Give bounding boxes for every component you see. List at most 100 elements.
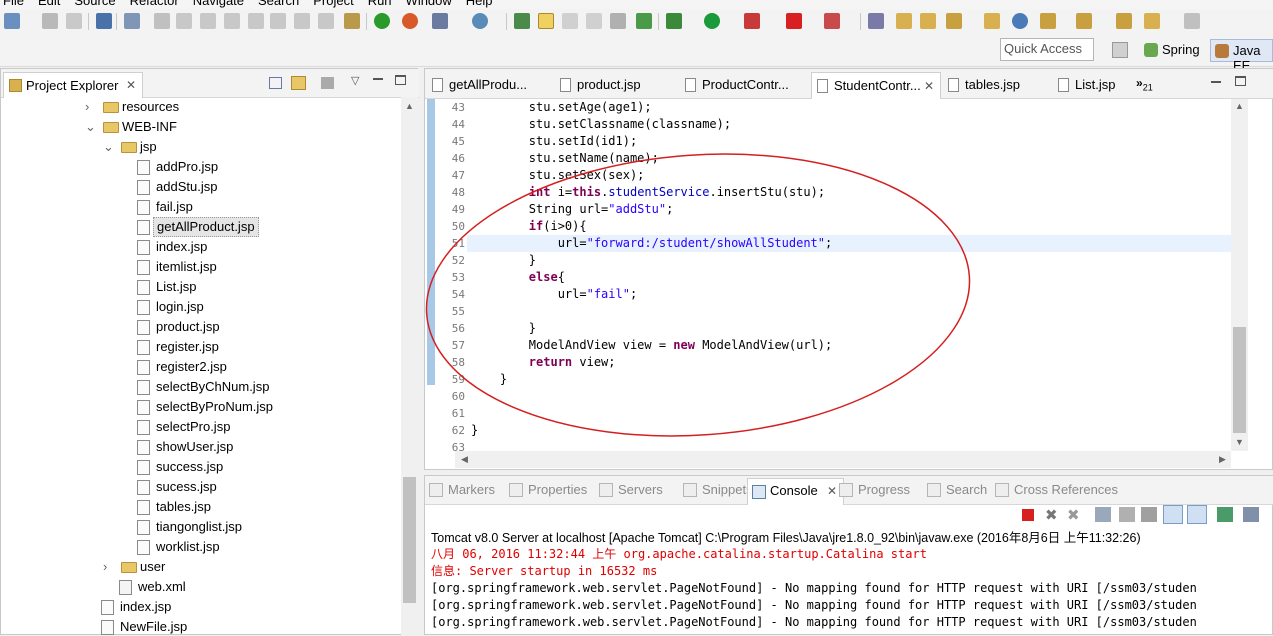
tree-item[interactable]: › user <box>1 557 401 577</box>
menu-item-run[interactable]: Run <box>368 0 392 8</box>
terminate-icon[interactable] <box>1022 509 1034 521</box>
terminal-icon[interactable] <box>96 13 112 29</box>
open-perspective-icon[interactable] <box>1112 42 1128 58</box>
expand-icon[interactable]: › <box>103 560 113 573</box>
menu-item-window[interactable]: Window <box>406 0 452 8</box>
tree-item[interactable]: addStu.jsp <box>1 177 401 197</box>
filter-icon[interactable] <box>321 77 334 89</box>
display-console-icon[interactable] <box>1243 507 1259 522</box>
next-annotation-icon[interactable] <box>1040 13 1056 29</box>
tree-item[interactable]: List.jsp <box>1 277 401 297</box>
resume-icon[interactable] <box>154 13 170 29</box>
collapse-icon[interactable]: ⌄ <box>85 120 96 133</box>
minimize-icon[interactable] <box>373 78 383 80</box>
back-icon[interactable] <box>1144 13 1160 29</box>
perspective-spring[interactable]: Spring <box>1140 39 1204 62</box>
clear-console-icon[interactable] <box>1095 507 1111 522</box>
menu-item-refactor[interactable]: Refactor <box>130 0 179 8</box>
quick-access-input[interactable]: Quick Access <box>1000 38 1094 61</box>
pin-console-icon[interactable] <box>1217 507 1233 522</box>
show-on-output-icon[interactable] <box>1163 505 1183 524</box>
disconnect-icon[interactable] <box>224 13 240 29</box>
word-wrap-icon[interactable] <box>1141 507 1157 522</box>
remove-all-icon[interactable]: ✖ <box>1067 506 1080 524</box>
use-step-filters-icon[interactable] <box>344 13 360 29</box>
save-icon[interactable] <box>42 13 58 29</box>
scroll-up-icon[interactable]: ▲ <box>405 101 414 111</box>
new-icon[interactable] <box>4 13 20 29</box>
show-on-error-icon[interactable] <box>1187 505 1207 524</box>
save-all-icon[interactable] <box>66 13 82 29</box>
tree-item[interactable]: login.jsp <box>1 297 401 317</box>
search-icon[interactable] <box>514 13 530 29</box>
menu-item-edit[interactable]: Edit <box>38 0 60 8</box>
debug-icon[interactable] <box>666 13 682 29</box>
collapse-all-icon[interactable] <box>269 77 282 89</box>
console-output[interactable]: 八月 06, 2016 11:32:44 上午 org.apache.catal… <box>425 544 1273 636</box>
close-icon[interactable]: ✕ <box>126 78 136 92</box>
tree-item[interactable]: ⌄ jsp <box>1 137 401 157</box>
open-type-icon[interactable] <box>868 13 884 29</box>
tab-search[interactable]: Search <box>927 482 987 497</box>
tree-item[interactable]: NewFile.jsp <box>1 617 401 635</box>
tab-cross-references[interactable]: Cross References <box>995 482 1118 497</box>
mark-occurrences-icon[interactable] <box>538 13 554 29</box>
show-whitespace-icon[interactable] <box>586 13 602 29</box>
menu-item-file[interactable]: File <box>3 0 24 8</box>
collapse-icon[interactable]: ⌄ <box>103 140 114 153</box>
tree-item[interactable]: register.jsp <box>1 337 401 357</box>
terminate-icon[interactable] <box>200 13 216 29</box>
stop-icon[interactable] <box>786 13 802 29</box>
globe-icon[interactable] <box>1012 13 1028 29</box>
last-edit-icon[interactable] <box>1116 13 1132 29</box>
run-external-icon[interactable] <box>744 13 760 29</box>
tree-item[interactable]: index.jsp <box>1 597 401 617</box>
previous-annotation-icon[interactable] <box>1076 13 1092 29</box>
scroll-thumb[interactable] <box>403 477 416 603</box>
new-server-icon[interactable] <box>432 13 448 29</box>
menu-item-help[interactable]: Help <box>466 0 493 8</box>
tab-markers[interactable]: Markers <box>429 482 495 497</box>
suspend-icon[interactable] <box>176 13 192 29</box>
forward-icon[interactable] <box>1184 13 1200 29</box>
step-return-icon[interactable] <box>294 13 310 29</box>
tree-item[interactable]: tiangonglist.jsp <box>1 517 401 537</box>
pen-icon[interactable] <box>946 13 962 29</box>
menu-item-source[interactable]: Source <box>74 0 115 8</box>
step-over-icon[interactable] <box>270 13 286 29</box>
new-class-icon[interactable] <box>472 13 488 29</box>
skip-breakpoints-icon[interactable] <box>124 13 140 29</box>
launch-icon[interactable] <box>636 13 652 29</box>
tree-item[interactable]: worklist.jsp <box>1 537 401 557</box>
tab-project-explorer[interactable]: Project Explorer ✕ <box>3 72 143 98</box>
tree-item[interactable]: product.jsp <box>1 317 401 337</box>
menu-item-search[interactable]: Search <box>258 0 299 8</box>
tree-item[interactable]: ⌄ WEB-INF <box>1 117 401 137</box>
tree-item[interactable]: addPro.jsp <box>1 157 401 177</box>
remove-launch-icon[interactable]: ✖ <box>1045 506 1058 524</box>
tree-item[interactable]: selectByChNum.jsp <box>1 377 401 397</box>
tree-item[interactable]: selectPro.jsp <box>1 417 401 437</box>
link-with-editor-icon[interactable] <box>291 76 306 90</box>
expand-icon[interactable]: › <box>85 100 95 113</box>
tree-item[interactable]: success.jsp <box>1 457 401 477</box>
run-icon[interactable] <box>704 13 720 29</box>
tab-console[interactable]: Console ✕ <box>747 478 845 505</box>
drop-frame-icon[interactable] <box>318 13 334 29</box>
tab-servers[interactable]: Servers <box>599 482 663 497</box>
coverage-icon[interactable] <box>824 13 840 29</box>
scroll-lock-icon[interactable] <box>1119 507 1135 522</box>
step-into-icon[interactable] <box>248 13 264 29</box>
tree-item[interactable]: fail.jsp <box>1 197 401 217</box>
tree-item[interactable]: tables.jsp <box>1 497 401 517</box>
debug-server-icon[interactable] <box>402 13 418 29</box>
tree-item[interactable]: itemlist.jsp <box>1 257 401 277</box>
tree-item[interactable]: index.jsp <box>1 237 401 257</box>
menu-item-project[interactable]: Project <box>313 0 353 8</box>
tree-item[interactable]: showUser.jsp <box>1 437 401 457</box>
tree-item[interactable]: getAllProduct.jsp <box>1 217 401 237</box>
toggle-comment-icon[interactable] <box>610 13 626 29</box>
open-folder-icon[interactable] <box>896 13 912 29</box>
close-icon[interactable]: ✕ <box>824 484 837 498</box>
tab-snippets[interactable]: Snippets <box>683 482 753 497</box>
